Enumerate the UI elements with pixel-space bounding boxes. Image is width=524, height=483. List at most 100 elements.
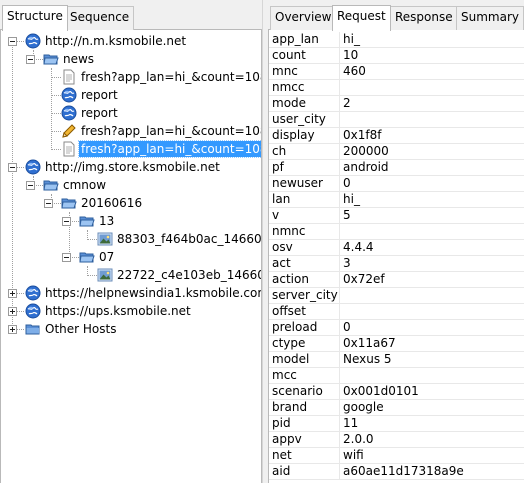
expand-icon[interactable] — [8, 289, 17, 298]
column-divider — [339, 208, 340, 224]
column-divider — [339, 448, 340, 464]
param-key: ctype — [272, 336, 306, 350]
tree-node[interactable]: http://img.store.ksmobile.net — [1, 159, 261, 177]
param-row[interactable]: model Nexus 5 — [269, 352, 524, 368]
tab-structure[interactable]: Structure — [2, 5, 68, 31]
tab-sequence[interactable]: Sequence — [65, 6, 135, 30]
param-row[interactable]: display 0x1f8f — [269, 128, 524, 144]
param-value: android — [343, 160, 389, 174]
param-row[interactable]: nmcc — [269, 80, 524, 96]
globe-icon — [25, 303, 41, 319]
collapse-icon[interactable] — [44, 199, 53, 208]
tree-node[interactable]: fresh?app_lan=hi_&count=108 — [1, 123, 261, 141]
tree-node[interactable]: 13 — [1, 213, 261, 231]
param-value: Nexus 5 — [343, 352, 392, 366]
collapse-icon[interactable] — [8, 37, 17, 46]
param-row[interactable]: scenario 0x001d0101 — [269, 384, 524, 400]
tab-overview[interactable]: Overview — [270, 6, 337, 30]
param-value: google — [343, 400, 384, 414]
tree-node[interactable]: Other Hosts — [1, 321, 261, 339]
tree-node[interactable]: 20160616 — [1, 195, 261, 213]
param-key: server_city — [272, 288, 338, 302]
param-row[interactable]: mcc — [269, 368, 524, 384]
tree-node[interactable]: fresh?app_lan=hi_&count=108 — [1, 69, 261, 87]
param-row[interactable]: appv 2.0.0 — [269, 432, 524, 448]
column-divider — [339, 112, 340, 128]
param-value: 5 — [343, 208, 351, 222]
column-divider — [339, 192, 340, 208]
param-row[interactable]: ctype 0x11a67 — [269, 336, 524, 352]
globe-icon — [25, 285, 41, 301]
param-row[interactable]: lan hi_ — [269, 192, 524, 208]
param-row[interactable]: user_city — [269, 112, 524, 128]
collapse-icon[interactable] — [62, 253, 71, 262]
collapse-icon[interactable] — [26, 55, 35, 64]
param-key: lan — [272, 192, 291, 206]
param-row[interactable]: osv 4.4.4 — [269, 240, 524, 256]
tree-node[interactable]: cmnow — [1, 177, 261, 195]
param-row[interactable]: act 3 — [269, 256, 524, 272]
param-row[interactable]: action 0x72ef — [269, 272, 524, 288]
collapse-icon[interactable] — [26, 181, 35, 190]
tree-node[interactable]: report — [1, 105, 261, 123]
folder-open-icon — [43, 177, 59, 193]
param-row[interactable]: net wifi — [269, 448, 524, 464]
tab-request[interactable]: Request — [332, 5, 391, 31]
folder-open-icon — [61, 195, 77, 211]
param-key: preload — [272, 320, 318, 334]
param-row[interactable]: count 10 — [269, 48, 524, 64]
tab-response[interactable]: Response — [390, 6, 458, 30]
column-divider — [339, 320, 340, 336]
column-divider — [339, 144, 340, 160]
expand-icon[interactable] — [8, 307, 17, 316]
tree-node-label: 22722_c4e103eb_146600 — [117, 268, 262, 282]
collapse-icon[interactable] — [8, 163, 17, 172]
param-row[interactable]: ch 200000 — [269, 144, 524, 160]
param-row[interactable]: mode 2 — [269, 96, 524, 112]
tree-node[interactable]: 22722_c4e103eb_146600 — [1, 267, 262, 285]
param-row[interactable]: newuser 0 — [269, 176, 524, 192]
tree-node-label: http://img.store.ksmobile.net — [45, 160, 220, 174]
param-key: pid — [272, 416, 291, 430]
tree-node[interactable]: https://helpnewsindia1.ksmobile.com — [1, 285, 262, 303]
tree-node[interactable]: 07 — [1, 249, 261, 267]
globe-icon — [25, 159, 41, 175]
column-divider — [339, 128, 340, 144]
param-row[interactable]: pid 11 — [269, 416, 524, 432]
tab-summary[interactable]: Summary — [456, 6, 524, 30]
param-row[interactable]: nmnc — [269, 224, 524, 240]
param-key: offset — [272, 304, 306, 318]
globe-icon — [61, 87, 77, 103]
param-key: osv — [272, 240, 293, 254]
param-row[interactable]: pf android — [269, 160, 524, 176]
param-row[interactable]: mnc 460 — [269, 64, 524, 80]
param-key: appv — [272, 432, 302, 446]
param-key: display — [272, 128, 315, 142]
column-divider — [339, 240, 340, 256]
param-row[interactable]: offset — [269, 304, 524, 320]
collapse-icon[interactable] — [62, 217, 71, 226]
tree-node-label: 13 — [99, 214, 115, 228]
tree-node[interactable]: https://ups.ksmobile.net — [1, 303, 261, 321]
param-row[interactable]: brand google — [269, 400, 524, 416]
param-value: 0x11a67 — [343, 336, 396, 350]
tree-node[interactable]: news — [1, 51, 261, 69]
tree-node-label: https://helpnewsindia1.ksmobile.com — [45, 286, 262, 300]
tree-node[interactable]: http://n.m.ksmobile.net — [1, 33, 261, 51]
param-row[interactable]: app_lan hi_ — [269, 32, 524, 48]
folder-open-icon — [43, 51, 59, 67]
tree-node[interactable]: 88303_f464b0ac_146608 — [1, 231, 261, 249]
tree-node[interactable]: fresh?app_lan=hi_&count=108 — [1, 140, 261, 159]
param-row[interactable]: v5 — [269, 208, 524, 224]
param-value: 0x72ef — [343, 272, 385, 286]
param-row[interactable]: aid a60ae11d17318a9e — [269, 464, 524, 480]
column-divider — [339, 400, 340, 416]
param-row[interactable]: preload 0 — [269, 320, 524, 336]
tree-node[interactable]: report — [1, 87, 261, 105]
param-key: nmcc — [272, 80, 305, 94]
param-key: mcc — [272, 368, 297, 382]
param-key: mnc — [272, 64, 298, 78]
param-value: 10 — [343, 48, 359, 62]
expand-icon[interactable] — [8, 325, 17, 334]
param-row[interactable]: server_city — [269, 288, 524, 304]
